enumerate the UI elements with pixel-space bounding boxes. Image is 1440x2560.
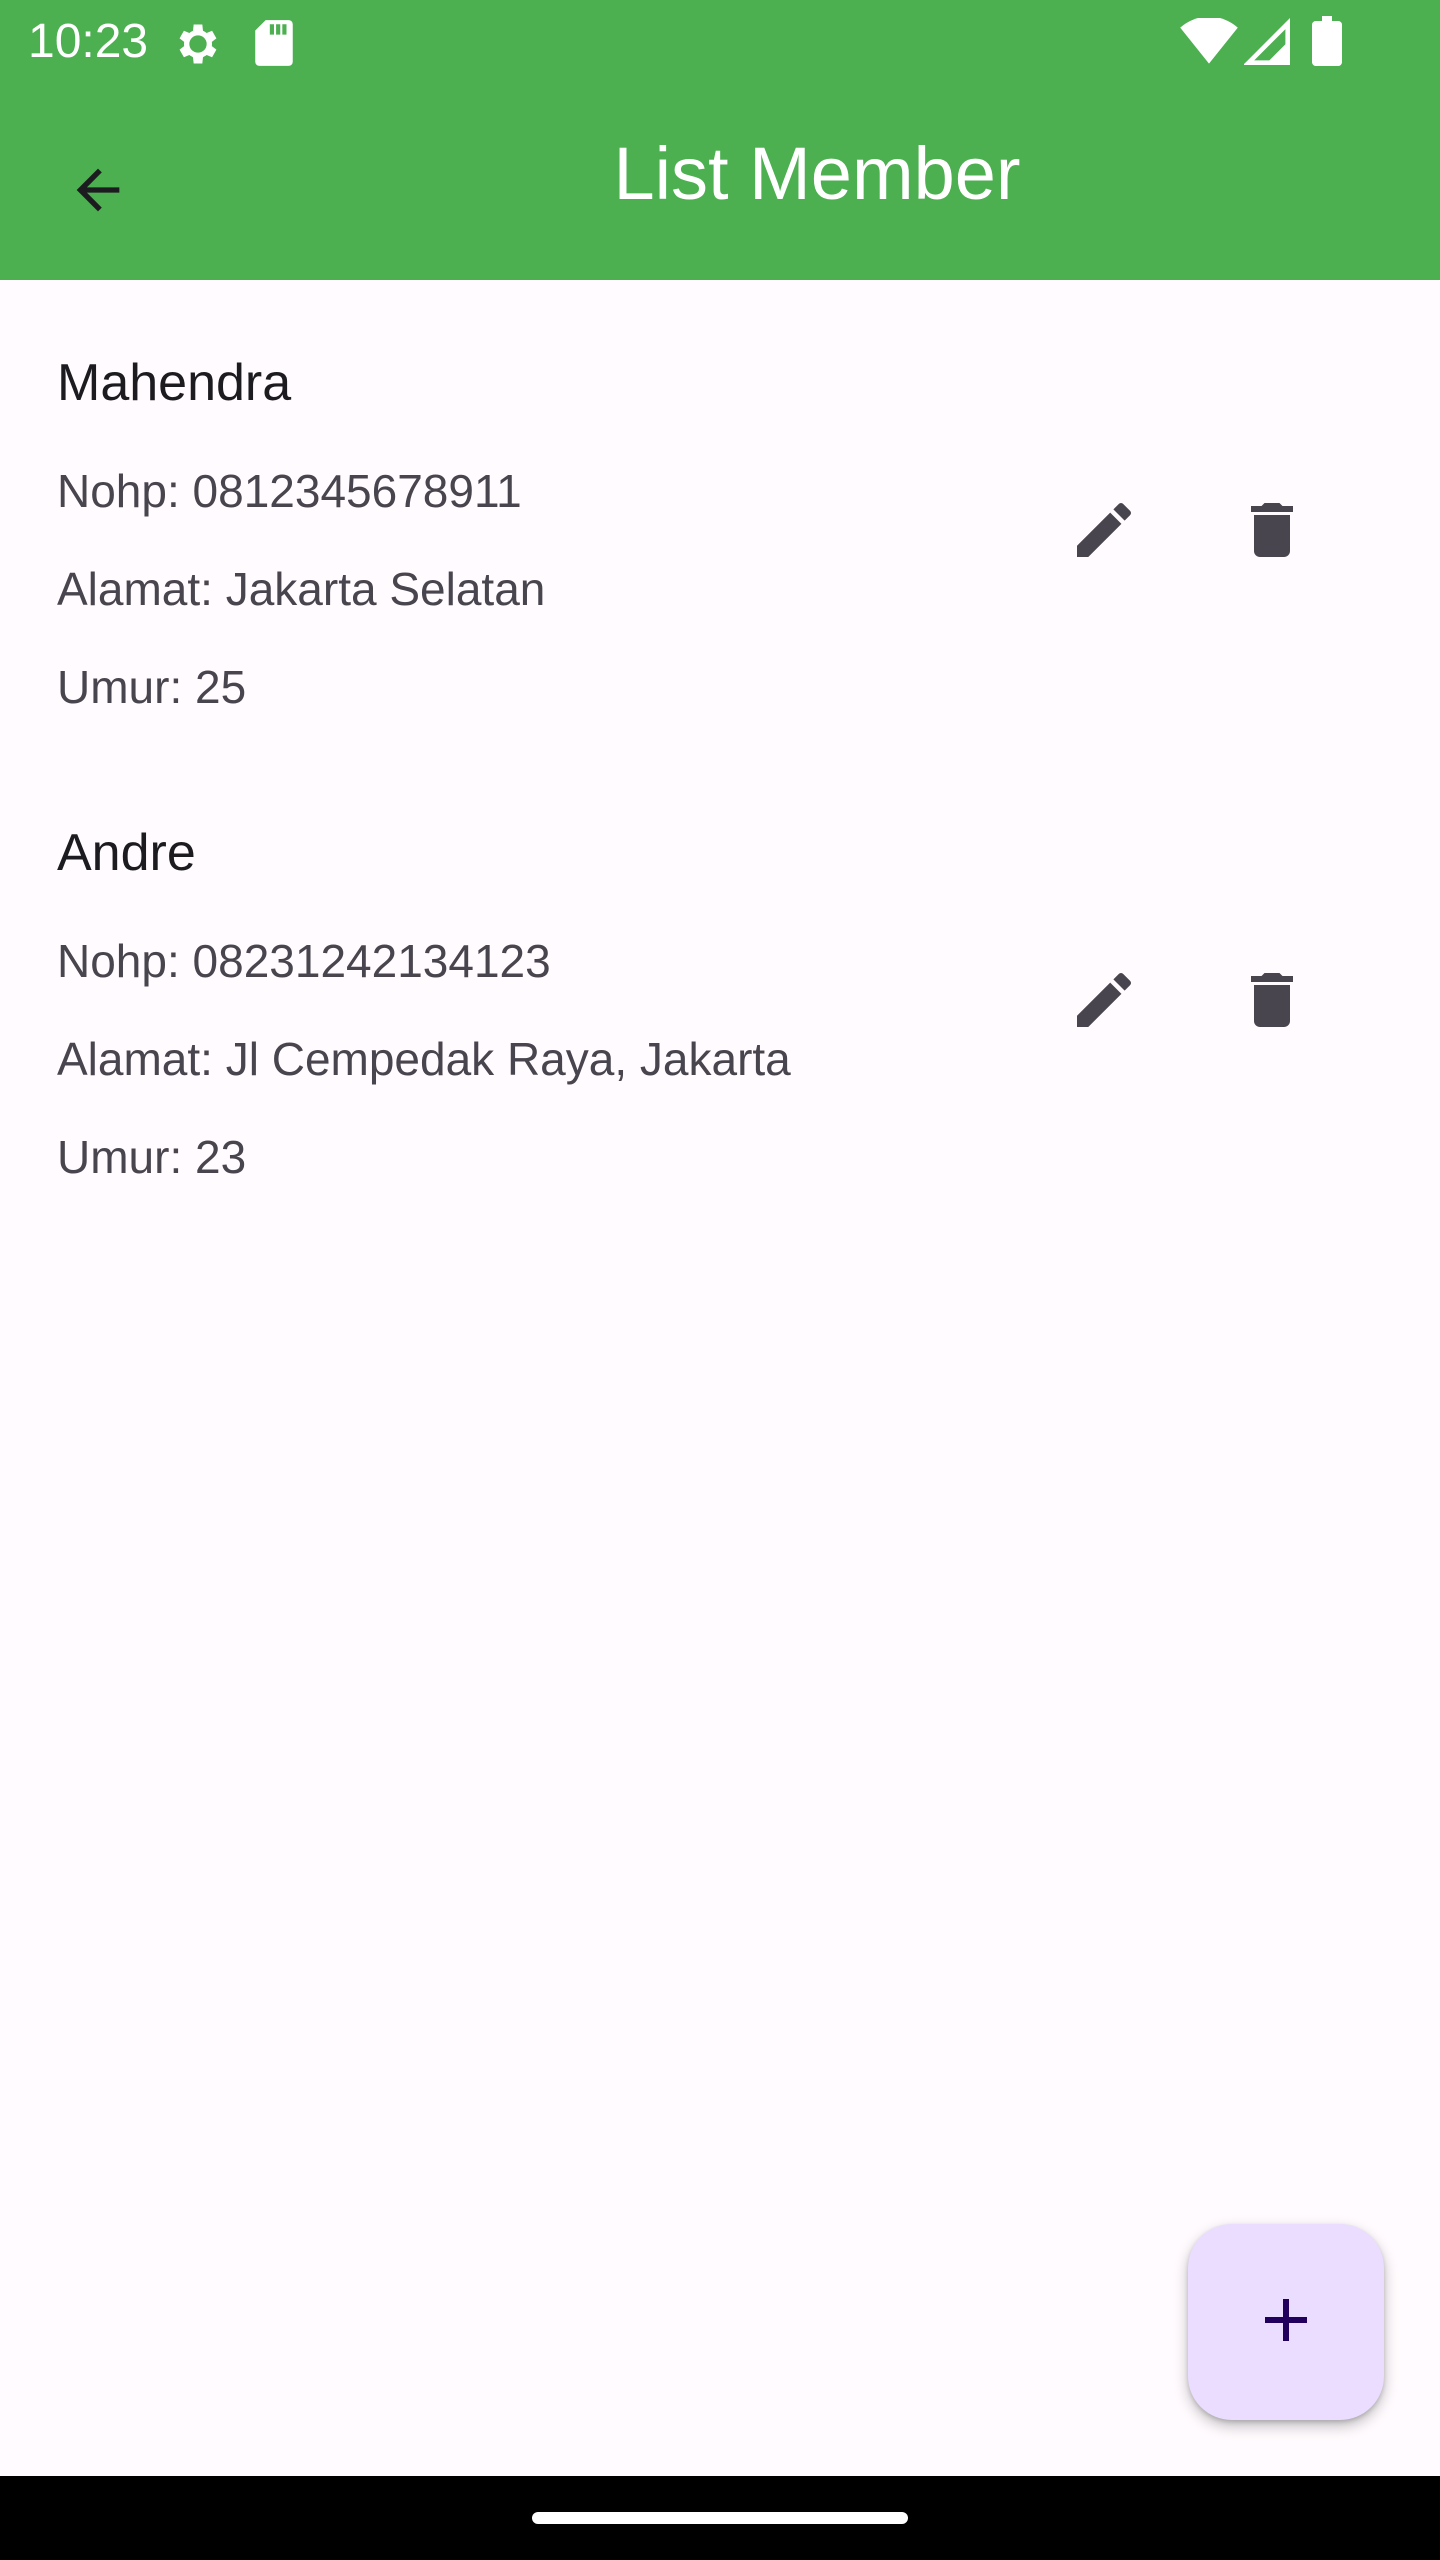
status-bar: 10:23 [0, 0, 1440, 84]
system-navigation-bar [0, 2476, 1440, 2560]
home-gesture-handle[interactable] [532, 2512, 908, 2524]
sd-card-icon [252, 18, 296, 73]
member-alamat: Alamat: Jl Cempedak Raya, Jakarta [57, 1033, 791, 1085]
member-nohp: Nohp: 0812345678911 [57, 465, 522, 517]
member-umur: Umur: 23 [57, 1131, 247, 1183]
settings-gear-icon [172, 18, 224, 75]
pencil-edit-icon [1068, 964, 1140, 1041]
edit-button[interactable] [1044, 942, 1164, 1062]
screen: 10:23 List Member Mahendra Nohp: 0812345… [0, 0, 1440, 2560]
list-item: Andre Nohp: 08231242134123 Alamat: Jl Ce… [0, 800, 1440, 1270]
wifi-icon [1180, 16, 1238, 71]
member-alamat: Alamat: Jakarta Selatan [57, 563, 546, 615]
pencil-edit-icon [1068, 494, 1140, 571]
delete-button[interactable] [1212, 942, 1332, 1062]
trash-delete-icon [1236, 494, 1308, 571]
status-time: 10:23 [28, 15, 149, 68]
member-name: Andre [57, 824, 196, 882]
plus-add-icon [1250, 2284, 1322, 2361]
signal-icon [1243, 18, 1290, 71]
page-title: List Member [613, 132, 1021, 215]
delete-button[interactable] [1212, 472, 1332, 592]
battery-icon [1312, 16, 1342, 71]
add-member-button[interactable] [1188, 2224, 1384, 2420]
member-umur: Umur: 25 [57, 661, 247, 713]
trash-delete-icon [1236, 964, 1308, 1041]
app-bar: List Member [0, 84, 1440, 280]
edit-button[interactable] [1044, 472, 1164, 592]
member-nohp: Nohp: 08231242134123 [57, 935, 551, 987]
list-item: Mahendra Nohp: 0812345678911 Alamat: Jak… [0, 330, 1440, 800]
member-name: Mahendra [57, 354, 292, 412]
